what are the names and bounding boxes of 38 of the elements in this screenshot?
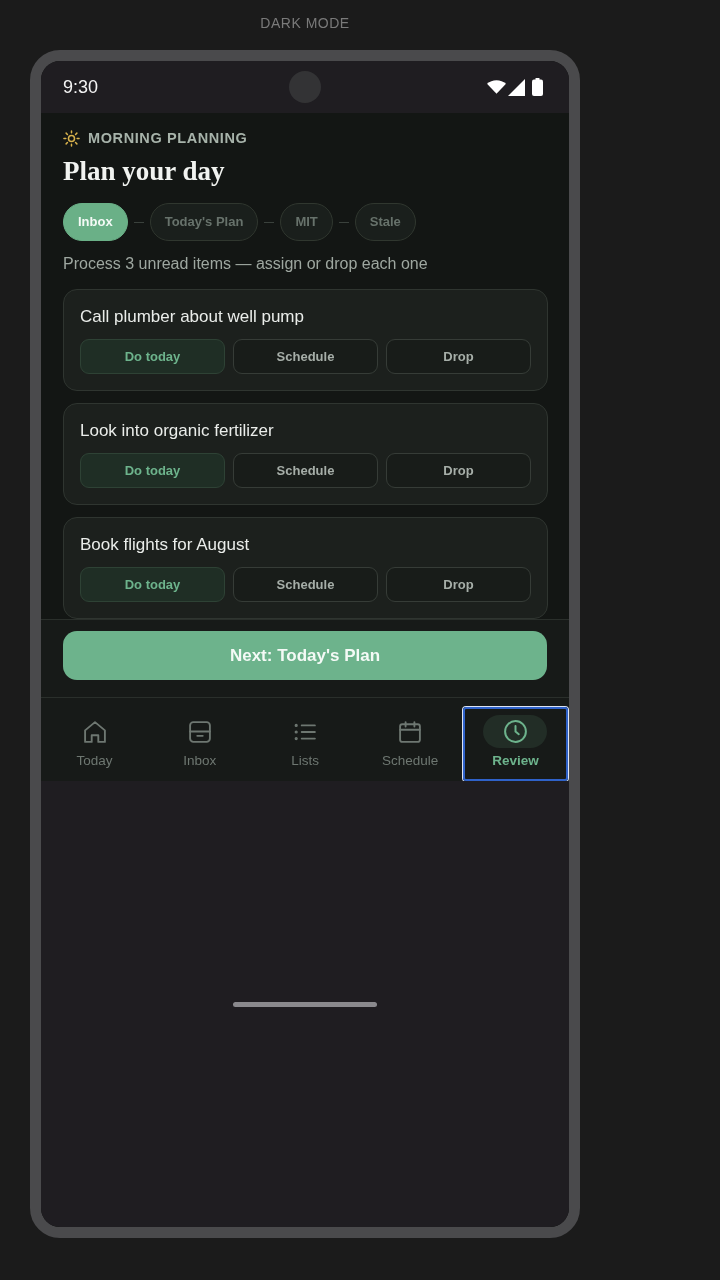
nav-tab[interactable]: Schedule — [357, 707, 463, 781]
task-title: Book flights for August — [80, 534, 250, 556]
action-button[interactable]: Schedule — [233, 453, 378, 488]
battery-icon — [532, 78, 543, 96]
step-connector — [338, 221, 349, 223]
mode-label: DARK MODE — [260, 15, 350, 31]
action-button[interactable]: Do today — [80, 339, 225, 374]
home-indicator[interactable] — [233, 1001, 377, 1007]
step-connector — [133, 221, 144, 223]
action-button[interactable]: Schedule — [233, 567, 378, 602]
nav-tab[interactable]: Today — [42, 707, 148, 781]
signal-icon — [508, 78, 525, 96]
task-title: Call plumber about well pump — [80, 306, 304, 328]
section-label: MORNING PLANNING — [88, 129, 248, 148]
step-tab[interactable]: Today's Plan — [149, 203, 259, 241]
action-button[interactable]: Do today — [80, 453, 225, 488]
action-button[interactable]: Do today — [80, 567, 225, 602]
home-icon — [83, 720, 106, 743]
nav-tab[interactable]: Review — [462, 707, 568, 781]
page-title: Plan your day — [63, 155, 225, 187]
nav-tab[interactable]: Inbox — [147, 707, 253, 781]
step-connector — [264, 221, 275, 223]
tray-icon — [188, 720, 211, 743]
sun-icon — [63, 129, 80, 147]
step-tab[interactable]: Stale — [354, 203, 416, 241]
list-icon — [294, 722, 316, 741]
task-title: Look into organic fertilizer — [80, 420, 274, 442]
action-button[interactable]: Drop — [386, 339, 531, 374]
action-button[interactable]: Drop — [386, 567, 531, 602]
wifi-icon — [487, 80, 506, 94]
status-time: 9:30 — [63, 76, 99, 98]
instruction-text: Process 3 unread items — assign or drop each one — [63, 254, 429, 274]
nav-tab[interactable]: Lists — [252, 707, 358, 781]
action-button[interactable]: Drop — [386, 453, 531, 488]
calendar-icon — [399, 720, 422, 743]
clock-icon — [503, 720, 527, 743]
step-tab[interactable]: MIT — [280, 203, 333, 241]
action-button[interactable]: Schedule — [233, 339, 378, 374]
